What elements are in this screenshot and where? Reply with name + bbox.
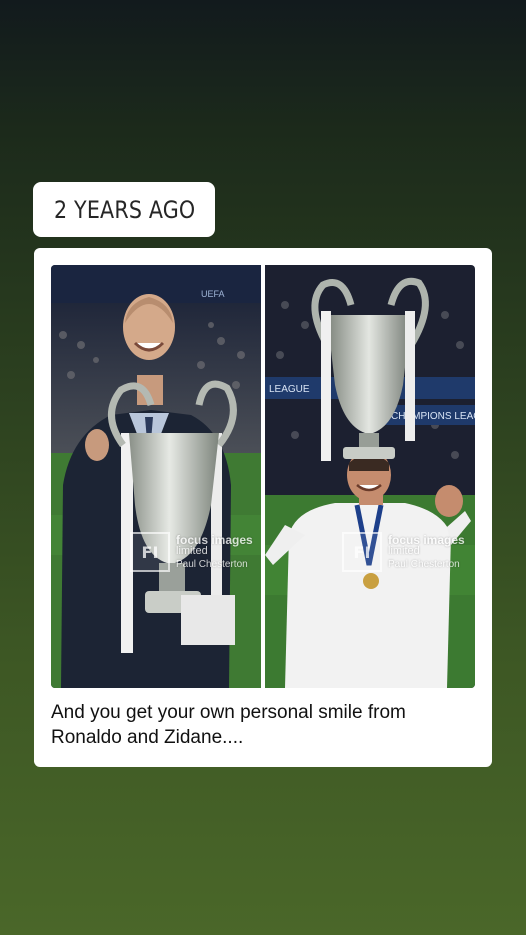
svg-text:UEFA: UEFA bbox=[201, 289, 225, 299]
shared-post-card[interactable]: UEFA FI focus images limited Paul Cheste… bbox=[34, 248, 492, 767]
watermark-author: Paul Chesterton bbox=[176, 558, 248, 570]
svg-text:CHAMPIONS LEAGUE: CHAMPIONS LEAGUE bbox=[391, 411, 475, 422]
photo-panel-zidane: UEFA FI focus images limited Paul Cheste… bbox=[51, 265, 261, 688]
photo-watermark: FI focus images limited Paul Chesterton bbox=[130, 532, 253, 572]
post-caption: And you get your own personal smile from… bbox=[51, 702, 406, 748]
photo-panel-ronaldo: LEAGUE CHAMPIONS LEAGUE bbox=[265, 265, 475, 688]
photo-watermark: FI focus images limited Paul Chesterton bbox=[342, 532, 465, 572]
memory-time-sticker[interactable]: 2 YEARS AGO bbox=[33, 182, 215, 237]
watermark-sub: limited bbox=[176, 545, 208, 558]
focus-images-logo: FI bbox=[342, 532, 382, 572]
post-photo-collage[interactable]: UEFA FI focus images limited Paul Cheste… bbox=[51, 265, 475, 688]
watermark-sub: limited bbox=[388, 545, 420, 558]
focus-images-logo: FI bbox=[130, 532, 170, 572]
watermark-author: Paul Chesterton bbox=[388, 558, 460, 570]
svg-text:LEAGUE: LEAGUE bbox=[269, 384, 310, 395]
memory-time-label: 2 YEARS AGO bbox=[54, 195, 196, 224]
